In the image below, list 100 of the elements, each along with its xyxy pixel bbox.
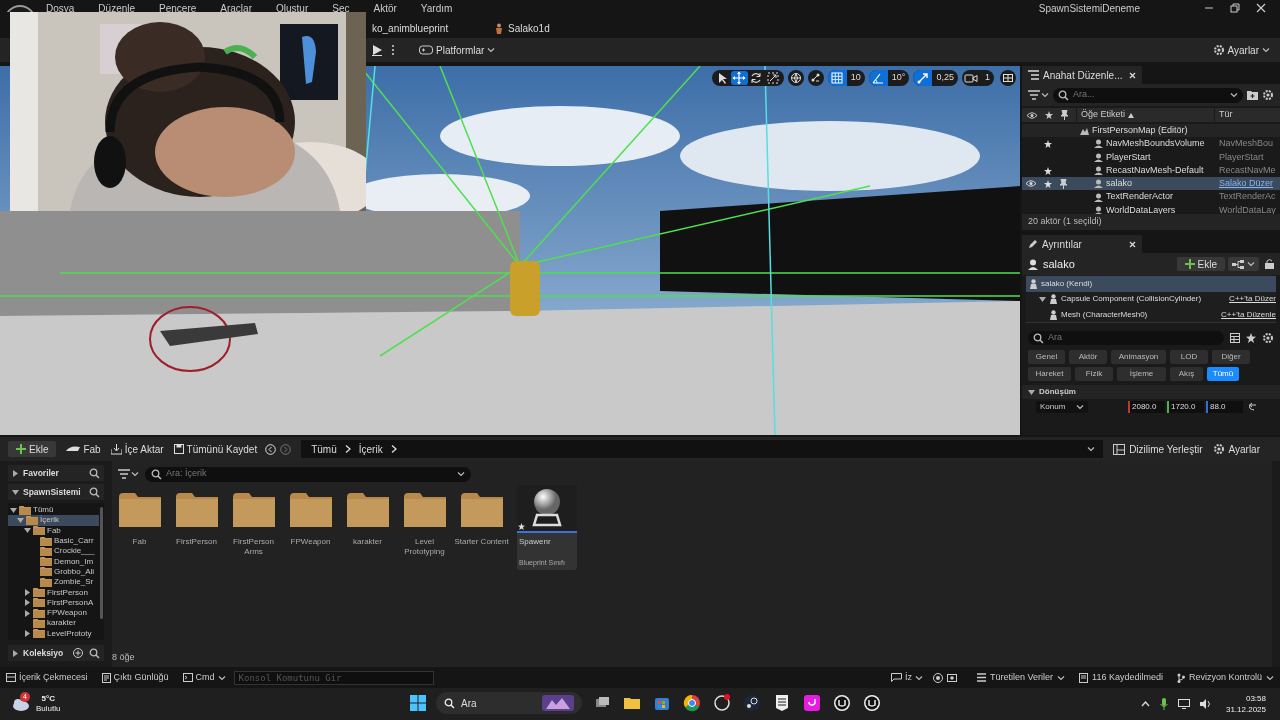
add-button[interactable]: Ekle <box>1176 257 1225 271</box>
menu-item[interactable]: Araçlar <box>218 0 254 16</box>
search-input[interactable]: Ara: İçerik <box>166 467 453 481</box>
folder-tree-item[interactable]: FirstPerson <box>8 587 99 598</box>
folder-icon[interactable] <box>118 493 161 527</box>
filter-tab[interactable]: Animasyon <box>1111 350 1166 364</box>
folder-tree-item[interactable]: Zombie_Sr <box>8 577 99 588</box>
filter-tab[interactable]: Akış <box>1170 367 1203 381</box>
toolbar-button[interactable]: Ayarlar <box>1212 441 1260 457</box>
menu-item[interactable]: Düzenle <box>96 0 138 16</box>
menu-item[interactable]: Dosya <box>44 0 77 16</box>
menu-item[interactable]: Aktör <box>371 0 399 16</box>
settings-button[interactable]: Ayarlar <box>1212 42 1270 58</box>
close-icon[interactable] <box>1256 3 1266 13</box>
component-row[interactable]: Mesh (CharacterMesh0) C++'ta Düzenle <box>1026 307 1276 323</box>
toolbar-button[interactable]: Ekle <box>8 441 57 457</box>
folder-label[interactable]: Starter Content <box>453 537 510 547</box>
game-launcher-icon[interactable] <box>743 694 761 712</box>
star-icon[interactable] <box>1246 333 1256 343</box>
shield-icon[interactable] <box>773 694 791 712</box>
play-icon[interactable] <box>371 44 383 56</box>
reset-arrow-icon[interactable] <box>1248 403 1257 411</box>
star-icon[interactable] <box>1045 111 1053 119</box>
restore-icon[interactable] <box>1230 3 1240 13</box>
pin-icon[interactable] <box>1061 110 1068 120</box>
add-folder-icon[interactable] <box>1247 90 1258 100</box>
folder-tree-item[interactable]: Crockie___ <box>8 546 99 557</box>
component-row[interactable]: Capsule Component (CollisionCylinder) C++'ta Düzer <box>1026 291 1276 307</box>
filter-tab[interactable]: Fizik <box>1075 367 1113 381</box>
folder-tree-item[interactable]: Tümü <box>8 505 99 516</box>
folder-tree-item[interactable]: Demon_Im <box>8 556 99 567</box>
filter-button[interactable] <box>1028 90 1049 100</box>
filter-tab[interactable]: Diğer <box>1212 350 1250 364</box>
actor-type[interactable]: Salako Düzer <box>1219 177 1274 191</box>
transform-tool-button[interactable] <box>764 71 782 85</box>
transform-tool-button[interactable] <box>730 71 748 85</box>
document-tab[interactable]: ko_animblueprint <box>368 18 484 38</box>
breadcrumb-item[interactable]: İçerik <box>358 441 383 457</box>
folder-icon[interactable] <box>403 493 446 527</box>
blueprint-button[interactable] <box>1228 257 1259 271</box>
filter-tab[interactable]: İşleme <box>1117 367 1166 381</box>
number-field[interactable]: 88.0 <box>1206 401 1243 413</box>
column-header[interactable]: Öğe Etiketi <box>1076 108 1214 122</box>
screenshot-icon[interactable] <box>947 673 958 682</box>
folder-label[interactable]: FirstPerson Arms <box>225 537 282 557</box>
speaker-icon[interactable] <box>1199 699 1212 709</box>
windows-start-icon[interactable] <box>410 695 426 711</box>
folder-tree-item[interactable]: Basic_Carr <box>8 535 99 547</box>
snap-toggle-button[interactable]: 10° <box>868 70 910 86</box>
toolbar-button[interactable]: Dizilime Yerleştir <box>1113 441 1203 457</box>
menu-item[interactable]: Oluştur <box>274 0 311 16</box>
folder-tree-item[interactable]: Fab <box>8 525 99 536</box>
engine-icon[interactable] <box>833 694 851 712</box>
folder-tree-item[interactable]: İçerik <box>8 515 99 526</box>
chevron-up-icon[interactable] <box>1140 701 1150 707</box>
menu-item[interactable]: Pencere <box>157 0 199 16</box>
folder-icon[interactable] <box>232 493 275 527</box>
outliner-row[interactable]: TextRenderActor TextRenderAc <box>1022 190 1280 204</box>
lock-icon[interactable] <box>1265 259 1274 269</box>
menu-item[interactable]: Seç <box>330 0 352 16</box>
folder-icon[interactable] <box>460 493 503 527</box>
folder-tree-item[interactable]: karakter <box>8 618 99 629</box>
toolbar-button[interactable]: Fab <box>66 441 101 457</box>
folder-icon[interactable] <box>346 493 389 527</box>
folder-tree-item[interactable]: LevelPrototy <box>8 628 99 639</box>
search-field[interactable]: Ara: İçerik <box>145 466 471 482</box>
menu-item[interactable]: Yardım <box>418 0 455 16</box>
filter-tab[interactable]: Hareket <box>1028 367 1071 381</box>
clock[interactable]: 03:58 31.12.2025 <box>1225 693 1266 715</box>
panel-tab[interactable]: Ayrıntılar <box>1022 235 1142 253</box>
table-icon[interactable] <box>1230 333 1240 343</box>
outliner-row[interactable]: WorldDataLayers WorldDataLay <box>1022 203 1280 214</box>
status-bar-button[interactable]: 116 Kaydedilmedi <box>1079 670 1163 685</box>
filter-tab[interactable]: Genel <box>1028 350 1065 364</box>
filter-tab[interactable]: Aktör <box>1069 350 1107 364</box>
toolbar-button[interactable]: İçe Aktar <box>110 441 164 457</box>
search-field[interactable]: Ara... <box>1053 87 1243 103</box>
folder-label[interactable]: FirstPerson <box>168 537 225 547</box>
edit-in-cpp-link[interactable]: C++'ta Düzenle <box>1221 308 1276 321</box>
surface-snap-icon[interactable] <box>807 70 824 86</box>
filter-button[interactable] <box>118 469 139 479</box>
snap-toggle-button[interactable]: 0,25 <box>913 70 958 86</box>
platforms-button[interactable]: Platformlar <box>419 42 496 58</box>
outliner-row[interactable]: RecastNavMesh-Default RecastNavMe <box>1022 163 1280 178</box>
folder-label[interactable]: Fab <box>111 537 168 547</box>
browser-icon[interactable] <box>683 694 701 712</box>
folder-icon[interactable] <box>175 493 218 527</box>
location-dropdown[interactable]: Konum <box>1036 401 1088 413</box>
edit-in-cpp-link[interactable]: C++'ta Düzer <box>1229 293 1276 306</box>
status-bar-button[interactable]: Çıktı Günlüğü <box>101 670 169 685</box>
status-bar-button[interactable]: İçerik Çekmecesi <box>6 670 88 685</box>
status-bar-button[interactable]: Türetilen Veriler <box>977 670 1066 685</box>
toolbar-button[interactable]: Tümünü Kaydet <box>173 441 258 457</box>
status-bar-button[interactable]: Revizyon Kontrolü <box>1176 670 1274 685</box>
number-field[interactable]: 2080.0 <box>1128 401 1165 413</box>
taskbar-search[interactable]: Ara <box>436 692 582 714</box>
outliner-row[interactable]: FirstPersonMap (Editör) <box>1022 124 1280 138</box>
component-row[interactable]: salako (Kendi) <box>1026 276 1276 292</box>
filter-tab[interactable]: LOD <box>1170 350 1208 364</box>
outliner-row[interactable]: PlayerStart PlayerStart <box>1022 150 1280 164</box>
